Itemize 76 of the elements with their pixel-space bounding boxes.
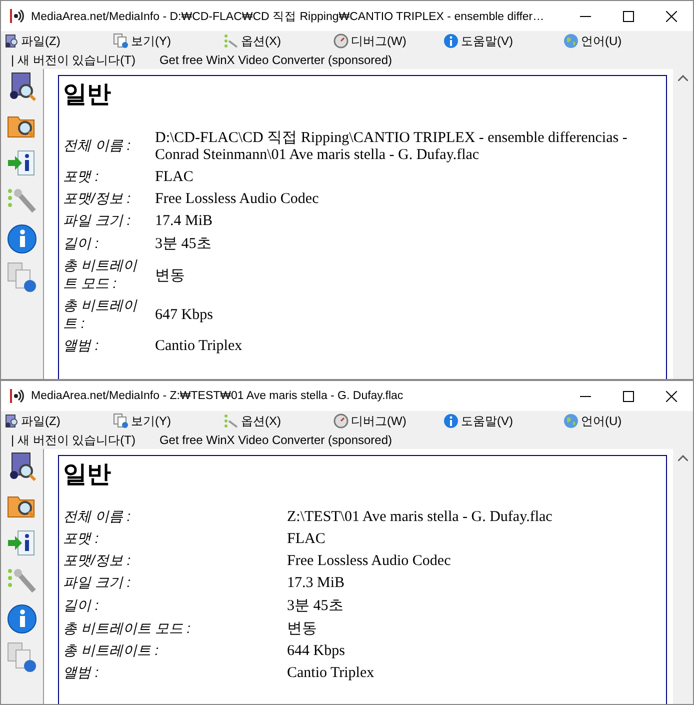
- field-label: 길이 :: [63, 234, 100, 252]
- field-value: 변동: [287, 620, 318, 638]
- menu-item[interactable]: 옵션(X): [223, 412, 333, 430]
- gauge-icon: [333, 413, 349, 429]
- options-icon: [223, 413, 239, 429]
- field-value: Z:\TEST\01 Ave maris stella - G. Dufay.flac: [287, 508, 554, 526]
- section-heading: 일반: [63, 79, 112, 110]
- scroll-up-icon[interactable]: [678, 75, 688, 81]
- pages-icon: [113, 413, 129, 429]
- app-logo-icon: [10, 388, 24, 404]
- field-label: 길이 :: [63, 596, 100, 614]
- field-label: 포맷/정보 :: [63, 190, 132, 208]
- documents-globe-icon[interactable]: [6, 261, 38, 293]
- field-label: 총 비트레이트 모드 :: [63, 620, 192, 638]
- documents-globe-icon[interactable]: [6, 641, 38, 673]
- music-file-icon: [3, 413, 19, 429]
- scroll-up-icon[interactable]: [678, 455, 688, 461]
- menu-item[interactable]: 언어(U): [563, 32, 673, 50]
- field-value: Free Lossless Audio Codec: [155, 190, 320, 208]
- globe-icon: [563, 413, 579, 429]
- field-value: 3분 45초: [155, 235, 212, 253]
- gauge-icon: [333, 33, 349, 49]
- field-label: 전체 이름 :: [63, 508, 132, 526]
- field-value: 3분 45초: [287, 597, 344, 615]
- link[interactable]: | 새 버전이 있습니다(T): [11, 52, 136, 68]
- app-logo-icon: [10, 8, 24, 24]
- field-value: FLAC: [287, 530, 326, 548]
- menu-item[interactable]: 도움말(V): [443, 32, 563, 50]
- menu-item[interactable]: 파일(Z): [3, 412, 113, 430]
- field-value: Cantio Triplex: [155, 338, 244, 354]
- maximize-icon[interactable]: [623, 390, 634, 402]
- window-title: MediaArea.net/MediaInfo - Z:₩TEST₩01 Ave maris stella - G. Dufay.flac: [31, 390, 404, 402]
- info-icon[interactable]: [6, 603, 38, 635]
- section-heading: 일반: [63, 459, 112, 490]
- field-label: 총 비트레이트 모드 :: [63, 257, 138, 293]
- field-label: 앨범 :: [63, 664, 100, 682]
- menu-item[interactable]: 언어(U): [563, 412, 673, 430]
- field-value: 644 Kbps: [287, 642, 346, 660]
- info-icon[interactable]: [6, 223, 38, 255]
- field-label: 총 비트레이트 :: [63, 642, 160, 660]
- window-title: MediaArea.net/MediaInfo - D:₩CD-FLAC₩CD 직접 Ripping₩CANTIO TRIPLEX - ensemble differ…: [31, 10, 544, 24]
- field-label: 포맷 :: [63, 168, 100, 186]
- menu-item[interactable]: 디버그(W): [333, 412, 443, 430]
- menu-item[interactable]: 파일(Z): [3, 32, 113, 50]
- field-label: 포맷 :: [63, 530, 100, 548]
- field-value: Free Lossless Audio Codec: [287, 552, 452, 570]
- field-value: Cantio Triplex: [287, 664, 376, 682]
- field-value: 647 Kbps: [155, 306, 214, 324]
- menu-item[interactable]: 도움말(V): [443, 412, 563, 430]
- field-label: 총 비트레이트 :: [63, 297, 138, 333]
- globe-icon: [563, 33, 579, 49]
- close-icon[interactable]: [666, 10, 677, 22]
- field-label: 파일 크기 :: [63, 574, 132, 592]
- info-icon: [443, 33, 459, 49]
- field-value: FLAC: [155, 168, 194, 186]
- close-icon[interactable]: [666, 390, 677, 402]
- field-label: 포맷/정보 :: [63, 552, 132, 570]
- pages-icon: [113, 33, 129, 49]
- maximize-icon[interactable]: [623, 10, 634, 22]
- options-icon: [223, 33, 239, 49]
- field-value: 변동: [155, 266, 186, 284]
- music-file-icon: [3, 33, 19, 49]
- menu-item[interactable]: 보기(Y): [113, 32, 223, 50]
- link[interactable]: | 새 버전이 있습니다(T): [11, 432, 136, 448]
- field-label: 전체 이름 :: [63, 137, 132, 155]
- field-value: D:\CD-FLAC\CD 직접 Ripping\CANTIO TRIPLEX - ensemble differencias - Conrad Steinmann\01 Ave maris stella - G. Dufay.flac: [155, 129, 628, 164]
- info-icon: [443, 413, 459, 429]
- menu-item[interactable]: 보기(Y): [113, 412, 223, 430]
- menu-item[interactable]: 옵션(X): [223, 32, 333, 50]
- field-value: 17.3 MiB: [287, 574, 346, 592]
- field-label: 앨범 :: [63, 337, 100, 355]
- field-value: 17.4 MiB: [155, 212, 214, 230]
- menu-item[interactable]: 디버그(W): [333, 32, 443, 50]
- link[interactable]: Get free WinX Video Converter (sponsored): [159, 53, 392, 67]
- field-label: 파일 크기 :: [63, 212, 132, 230]
- link[interactable]: Get free WinX Video Converter (sponsored): [159, 433, 392, 447]
